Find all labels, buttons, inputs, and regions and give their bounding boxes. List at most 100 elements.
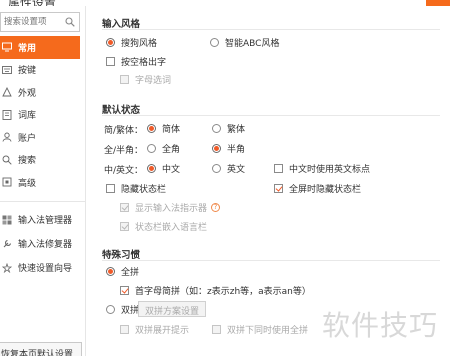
radio-full-width[interactable]: 全角	[147, 141, 180, 155]
radio-button[interactable]	[106, 266, 115, 276]
sidebar-divider	[0, 200, 86, 202]
sidebar: 常用 按键 外观 词库 账户	[0, 6, 86, 356]
radio-button[interactable]	[106, 37, 115, 47]
double-scheme-button[interactable]: 双拼方案设置	[138, 301, 207, 317]
checkbox[interactable]	[120, 285, 129, 295]
language-label: 中/英文：	[104, 166, 144, 176]
width-label: 全/半角：	[104, 146, 144, 156]
sidebar-item-advanced[interactable]: 高级	[0, 171, 80, 194]
section-title-input-style: 输入风格	[102, 19, 141, 30]
sidebar-item-label: 高级	[18, 178, 37, 189]
radio-button[interactable]	[210, 37, 219, 47]
tool-label: 快速设置向导	[18, 264, 73, 274]
checkbox[interactable]	[120, 221, 129, 231]
section-title-special-habits: 特殊习惯	[102, 250, 141, 261]
checkbox-space-output[interactable]: 按空格出字	[106, 54, 166, 68]
radio-label: 全拼	[121, 267, 140, 278]
checkbox-embed-language-bar[interactable]: 状态栏嵌入语言栏	[120, 219, 207, 233]
checkbox-initial-abbrev[interactable]: 首字母简拼（如：z表示zh等，a表示an等）	[120, 283, 311, 297]
monitor-icon	[2, 42, 12, 52]
radio-button[interactable]	[147, 123, 156, 133]
checkbox[interactable]	[274, 183, 283, 193]
sidebar-item-label: 搜索	[18, 156, 37, 167]
tool-ime-repair[interactable]: 输入法修复器	[0, 232, 80, 256]
search-icon[interactable]	[65, 17, 75, 27]
radio-button[interactable]	[212, 143, 221, 153]
tool-ime-manager[interactable]: 输入法管理器	[0, 208, 80, 232]
advanced-icon	[2, 177, 12, 187]
radio-button[interactable]	[212, 163, 221, 173]
grid-icon	[2, 215, 12, 225]
section-divider	[102, 29, 440, 30]
checkbox-double-expand-hint[interactable]: 双拼展开提示	[120, 322, 189, 336]
checkbox-letter-select[interactable]: 字母选词	[120, 72, 171, 86]
restore-defaults-button[interactable]: 恢复本页默认设置	[0, 342, 82, 356]
settings-search-input[interactable]	[1, 13, 63, 31]
checkbox[interactable]	[274, 163, 283, 173]
checkbox-hide-status-bar[interactable]: 隐藏状态栏	[106, 181, 166, 195]
radio-button[interactable]	[106, 304, 115, 314]
radio-label: 繁体	[227, 124, 246, 135]
radio-label: 智能ABC风格	[225, 38, 280, 49]
user-icon	[2, 132, 12, 142]
sidebar-item-label: 词库	[18, 111, 37, 122]
repair-icon	[2, 239, 12, 249]
checkbox-label: 隐藏状态栏	[121, 184, 167, 195]
checkbox-label: 状态栏嵌入语言栏	[135, 222, 208, 233]
radio-traditional[interactable]: 繁体	[212, 121, 245, 135]
checkbox[interactable]	[106, 183, 115, 193]
radio-simplified[interactable]: 简体	[147, 121, 180, 135]
sidebar-item-account[interactable]: 账户	[0, 126, 80, 149]
checkbox[interactable]	[120, 74, 129, 84]
radio-button[interactable]	[147, 163, 156, 173]
checkbox[interactable]	[120, 202, 129, 212]
sidebar-nav: 常用 按键 外观 词库 账户 搜索 高级 输入法管理器 输入法修复器 快速设置向…	[0, 36, 86, 280]
radio-double-pinyin[interactable]: 双拼	[106, 302, 139, 316]
wizard-icon	[2, 262, 12, 273]
radio-button[interactable]	[147, 143, 156, 153]
checkbox-label: 双拼下同时使用全拼	[227, 325, 309, 336]
checkbox[interactable]	[106, 56, 115, 66]
appearance-icon	[2, 87, 12, 97]
sidebar-item-search[interactable]: 搜索	[0, 149, 80, 172]
settings-search-box[interactable]	[0, 12, 80, 32]
radio-half-width[interactable]: 半角	[212, 141, 245, 155]
sidebar-item-dictionary[interactable]: 词库	[0, 104, 80, 127]
checkbox-label: 双拼展开提示	[135, 325, 190, 336]
radio-label: 半角	[227, 144, 246, 155]
checkbox-double-and-full[interactable]: 双拼下同时使用全拼	[212, 322, 308, 336]
checkbox-label: 显示输入法指示器	[135, 203, 208, 214]
radio-label: 全角	[162, 144, 181, 155]
radio-english[interactable]: 英文	[212, 161, 245, 175]
tool-label: 输入法修复器	[18, 240, 73, 250]
checkbox[interactable]	[212, 324, 221, 334]
checkbox-show-indicator[interactable]: 显示输入法指示器 ?	[120, 200, 221, 214]
radio-label: 双拼	[121, 305, 140, 316]
section-title-default-state: 默认状态	[102, 105, 141, 116]
radio-label: 简体	[162, 124, 181, 135]
sidebar-item-common[interactable]: 常用	[0, 36, 80, 59]
tool-label: 输入法管理器	[18, 216, 73, 226]
watermark-text: 软件技巧	[322, 309, 439, 342]
sidebar-item-keys[interactable]: 按键	[0, 59, 80, 82]
checkbox-label: 字母选词	[135, 75, 172, 86]
checkbox[interactable]	[120, 324, 129, 334]
checkbox-fullscreen-hide[interactable]: 全屏时隐藏状态栏	[274, 181, 361, 195]
checkbox-cn-en-punct[interactable]: 中文时使用英文标点	[274, 161, 370, 175]
radio-full-pinyin[interactable]: 全拼	[106, 264, 139, 278]
sidebar-item-label: 常用	[18, 43, 37, 54]
radio-sogou-style[interactable]: 搜狗风格	[106, 35, 157, 49]
radio-button[interactable]	[212, 123, 221, 133]
radio-chinese[interactable]: 中文	[147, 161, 180, 175]
checkbox-label: 首字母简拼（如：z表示zh等，a表示an等）	[135, 286, 311, 297]
search-icon	[2, 155, 12, 165]
keyboard-icon	[2, 65, 12, 75]
radio-label: 搜狗风格	[121, 38, 158, 49]
sidebar-item-appearance[interactable]: 外观	[0, 81, 80, 104]
tool-quick-wizard[interactable]: 快速设置向导	[0, 256, 80, 280]
checkbox-label: 按空格出字	[121, 57, 167, 68]
radio-smart-abc-style[interactable]: 智能ABC风格	[210, 35, 279, 49]
help-icon[interactable]: ?	[211, 202, 221, 212]
sidebar-item-label: 按键	[18, 66, 37, 77]
checkbox-label: 中文时使用英文标点	[289, 164, 371, 175]
